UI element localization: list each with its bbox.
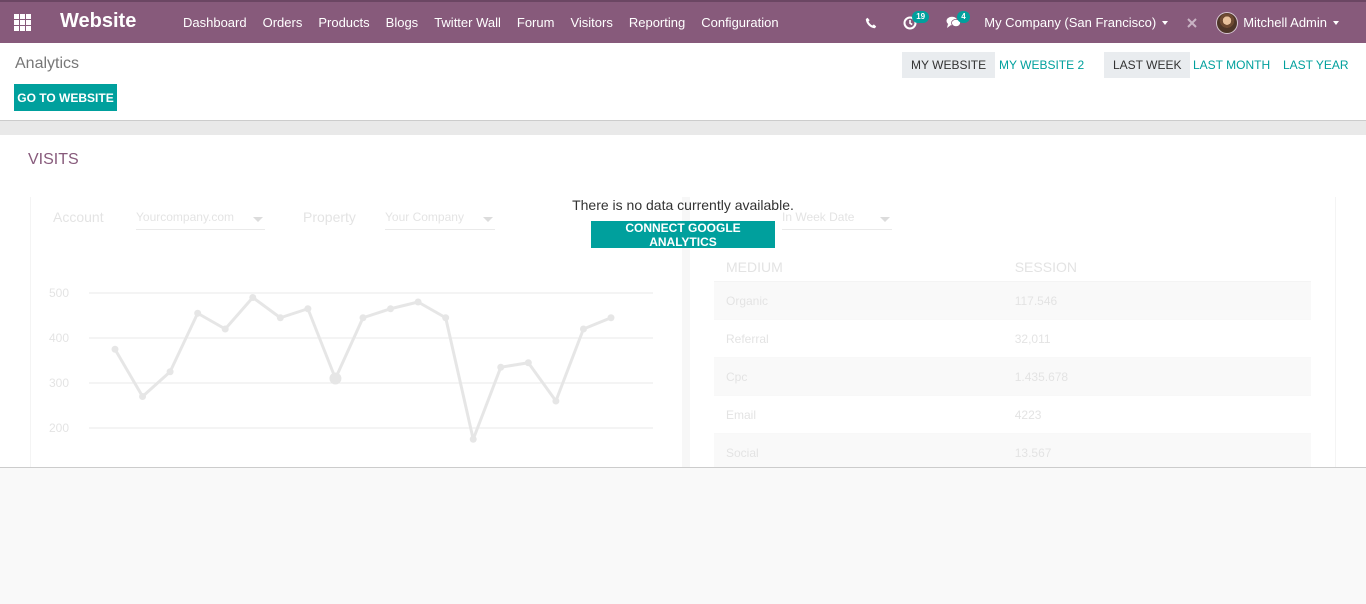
medium-table-panel: In Week Date MEDIUM SESSION Organic 117.… (690, 197, 1336, 467)
medium-cell: Email (714, 395, 1003, 434)
session-cell: 1.435.678 (1002, 357, 1311, 396)
activity-count-badge: 19 (912, 11, 930, 23)
y-tick-label: 300 (49, 376, 69, 390)
table-row: Organic 117.546 (714, 281, 1311, 320)
session-cell: 13.567 (1002, 433, 1311, 467)
visits-data-point (524, 359, 532, 367)
date-select: In Week Date (782, 210, 892, 230)
visits-chart-panel: Account Yourcompany.com Property Your Co… (30, 197, 682, 467)
table-row: Referral 32,011 (714, 319, 1311, 358)
connect-google-analytics-button[interactable]: CONNECT GOOGLE ANALYTICS (591, 221, 775, 249)
medium-cell: Referral (714, 319, 1003, 358)
user-name: Mitchell Admin (1243, 15, 1327, 30)
menu-orders[interactable]: Orders (255, 2, 311, 43)
y-tick-label: 400 (49, 331, 69, 345)
table-row: Email 4223 (714, 395, 1311, 434)
period-last-week[interactable]: LAST WEEK (1104, 52, 1191, 78)
phone-icon[interactable] (852, 2, 890, 43)
chevron-down-icon (1333, 20, 1339, 25)
user-menu[interactable]: Mitchell Admin (1216, 2, 1366, 43)
visits-data-point (304, 305, 312, 313)
medium-cell: Social (714, 433, 1003, 467)
menu-products[interactable]: Products (310, 2, 377, 43)
avatar (1216, 11, 1239, 34)
menu-configuration[interactable]: Configuration (693, 2, 786, 43)
no-data-message: There is no data currently available. (572, 197, 794, 213)
visits-data-point (469, 435, 477, 443)
messages-icon[interactable]: 4 (930, 2, 976, 43)
activity-icon[interactable]: 19 (890, 2, 930, 43)
medium-session-table: MEDIUM SESSION Organic 117.546 Referral … (714, 253, 1311, 467)
period-last-year[interactable]: LAST YEAR (1274, 52, 1358, 78)
y-tick-label: 500 (49, 286, 69, 300)
menu-dashboard[interactable]: Dashboard (175, 2, 255, 43)
visits-data-point (607, 314, 615, 322)
company-switcher[interactable]: My Company (San Francisco) (984, 2, 1169, 43)
debug-tools-icon[interactable] (1168, 2, 1216, 43)
visits-line-chart: 500 400 300 200 (49, 286, 653, 443)
apps-menu-icon[interactable] (14, 14, 31, 31)
menu-visitors[interactable]: Visitors (562, 2, 620, 43)
message-count-badge: 4 (957, 11, 970, 23)
medium-cell: Organic (714, 281, 1003, 320)
page-title: Analytics (15, 55, 80, 72)
go-to-website-button[interactable]: GO TO WEBSITE (14, 84, 117, 111)
app-brand[interactable]: Website (60, 10, 136, 33)
session-cell: 117.546 (1002, 281, 1311, 320)
visits-data-point (329, 372, 342, 385)
systray: 19 4 My Company (San Francisco) Mitchell… (852, 2, 1366, 43)
column-header-session: SESSION (1002, 253, 1311, 282)
visits-data-point (414, 298, 422, 306)
control-panel: Analytics GO TO WEBSITE MY WEBSITE MY WE… (0, 43, 1366, 121)
visits-data-point (387, 305, 395, 313)
visits-data-point (111, 345, 119, 353)
y-tick-label: 200 (49, 421, 69, 435)
section-separator (0, 121, 1366, 135)
visits-data-point (359, 314, 367, 322)
visits-data-point (276, 314, 284, 322)
menu-reporting[interactable]: Reporting (621, 2, 693, 43)
session-cell: 4223 (1002, 395, 1311, 434)
visits-data-point (166, 368, 174, 376)
visits-data-point (249, 294, 257, 301)
top-navbar: Website Dashboard Orders Products Blogs … (0, 0, 1366, 43)
visits-data-point (221, 325, 229, 333)
analytics-preview-placeholder: Account Yourcompany.com Property Your Co… (0, 135, 1366, 467)
visits-card: VISITS Account Yourcompany.com Property … (0, 135, 1366, 468)
visits-data-point (497, 363, 505, 371)
table-row: Social 13.567 (714, 433, 1311, 467)
website-my-website-2[interactable]: MY WEBSITE 2 (990, 52, 1093, 78)
company-name: My Company (San Francisco) (984, 15, 1157, 30)
medium-cell: Cpc (714, 357, 1003, 396)
website-my-website[interactable]: MY WEBSITE (902, 52, 996, 78)
table-row: Cpc 1.435.678 (714, 357, 1311, 396)
menu-blogs[interactable]: Blogs (378, 2, 427, 43)
visits-data-point (442, 314, 450, 322)
menu-twitter-wall[interactable]: Twitter Wall (426, 2, 509, 43)
session-cell: 32,011 (1002, 319, 1311, 358)
period-last-month[interactable]: LAST MONTH (1184, 52, 1279, 78)
visits-data-point (552, 397, 560, 405)
menu-forum[interactable]: Forum (509, 2, 563, 43)
visits-data-point (139, 393, 147, 400)
column-header-medium: MEDIUM (714, 253, 1003, 282)
visits-data-point (579, 325, 587, 333)
visits-data-point (194, 309, 202, 317)
main-menu: Dashboard Orders Products Blogs Twitter … (175, 2, 787, 43)
